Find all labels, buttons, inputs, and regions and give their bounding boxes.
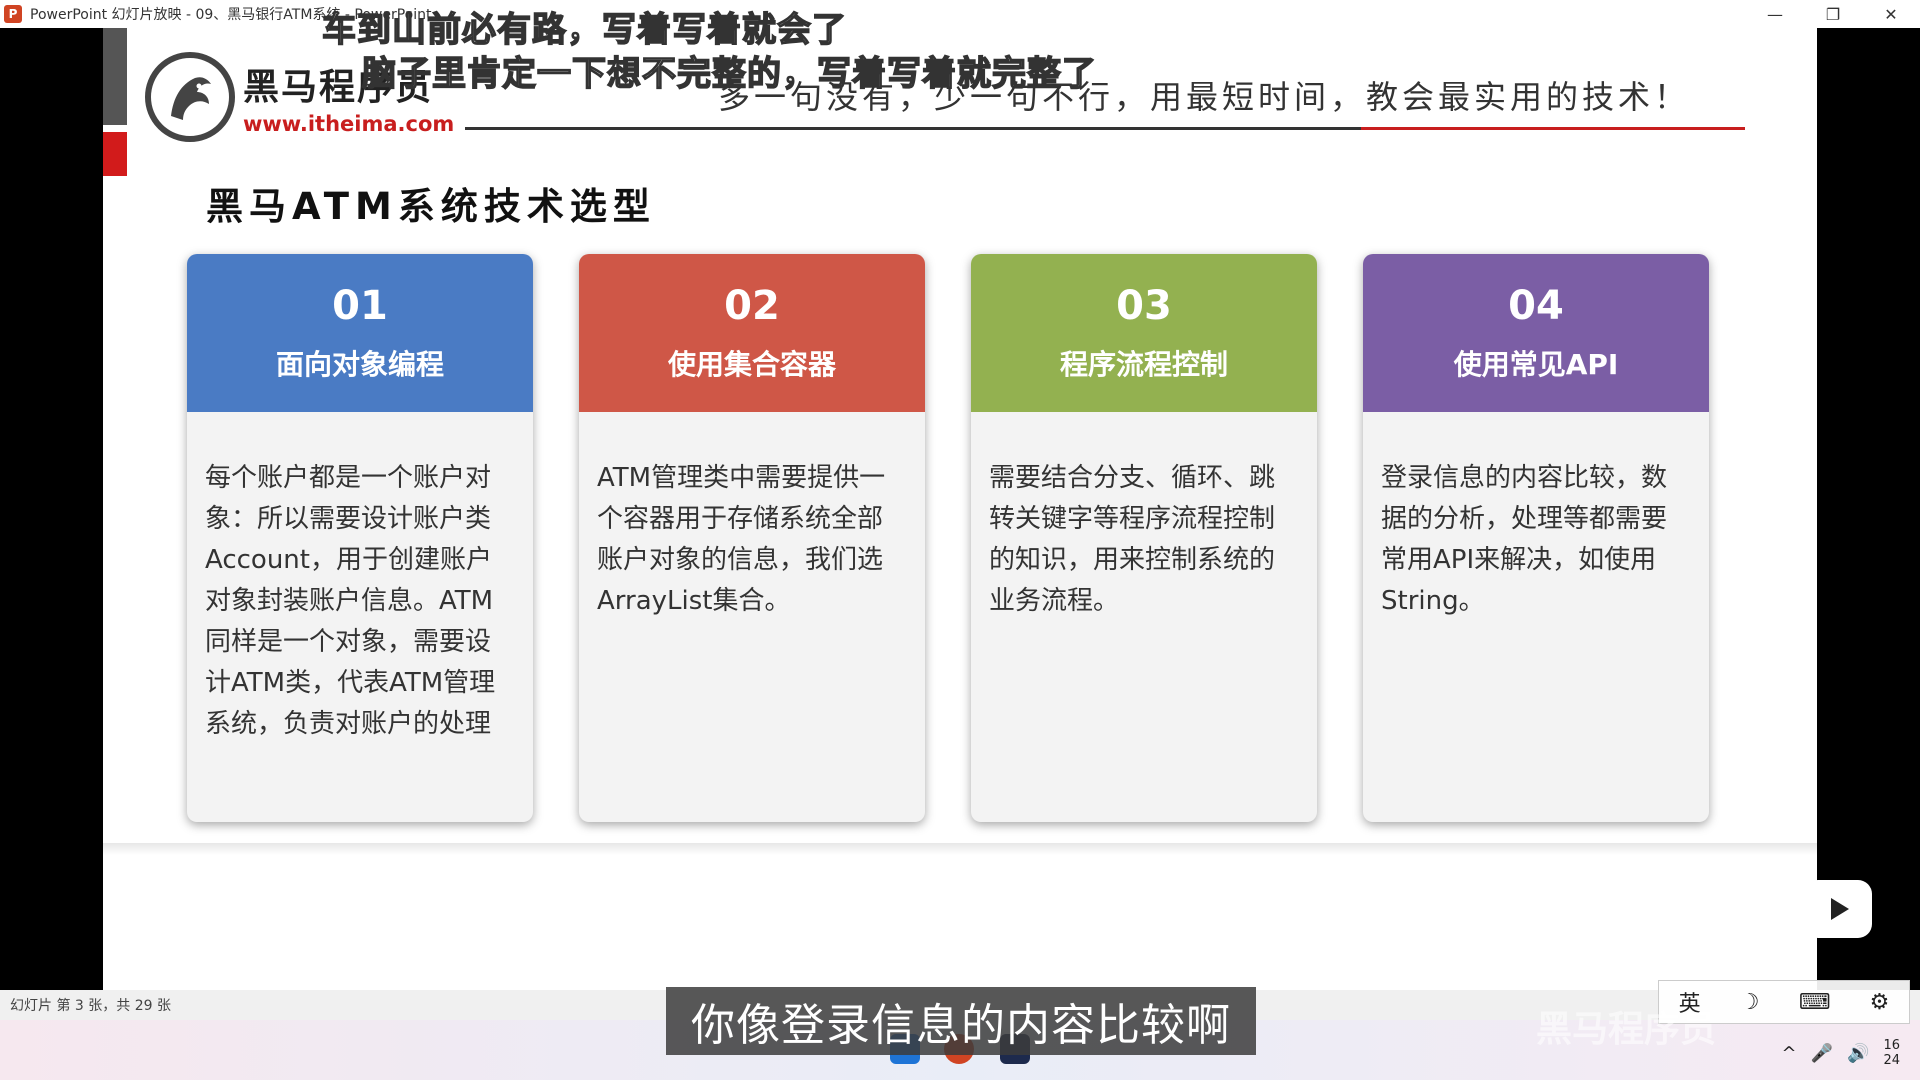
card-row: 01 面向对象编程 每个账户都是一个账户对象：所以需要设计账户类Account，… [187,254,1727,854]
system-tray: ^ 🎤 🔊 16 24 [1782,1038,1900,1068]
card-label: 面向对象编程 [275,348,444,381]
slide-counter: 幻灯片 第 3 张，共 29 张 [10,998,171,1014]
card-label: 使用集合容器 [667,348,836,381]
card-collection: 02 使用集合容器 ATM管理类中需要提供一个容器用于存储系统全部账户对象的信息… [579,254,925,822]
watermark: 黑马程序员 [1536,1009,1717,1050]
window-titlebar: P PowerPoint 幻灯片放映 - 09、黑马银行ATM系统 - Powe… [0,0,1920,28]
card-body: 每个账户都是一个账户对象：所以需要设计账户类Account，用于创建账户对象封装… [205,463,496,739]
decor-strip-red [103,132,127,176]
card-header: 01 面向对象编程 [187,254,533,412]
clock-line-2: 24 [1883,1053,1900,1068]
card-body: 登录信息的内容比较，数据的分析，处理等都需要常用API来解决，如使用String… [1381,463,1668,616]
slide-bottom-divider [103,843,1817,855]
header-divider [465,127,1745,130]
card-body: 需要结合分支、循环、跳转关键字等程序流程控制的知识，用来控制系统的业务流程。 [989,463,1276,616]
card-number: 02 [724,283,780,329]
logo-url: www.itheima.com [243,112,455,136]
restore-button[interactable]: ❐ [1804,0,1862,28]
powerpoint-app-icon: P [4,5,22,23]
card-flow-control: 03 程序流程控制 需要结合分支、循环、跳转关键字等程序流程控制的知识，用来控制… [971,254,1317,822]
card-number: 04 [1508,283,1564,329]
card-oop: 01 面向对象编程 每个账户都是一个账户对象：所以需要设计账户类Account，… [187,254,533,822]
screen: P PowerPoint 幻灯片放映 - 09、黑马银行ATM系统 - Powe… [0,0,1920,1080]
video-caption: 你像登录信息的内容比较啊 [666,987,1256,1055]
volume-icon[interactable]: 🔊 [1847,1043,1869,1064]
card-label: 使用常见API [1453,348,1619,381]
card-header: 02 使用集合容器 [579,254,925,412]
overlay-subtitle-2: 脑子里肯定一下想不完整的，写着写着就完整了 [361,53,1097,95]
card-api: 04 使用常见API 登录信息的内容比较，数据的分析，处理等都需要常用API来解… [1363,254,1709,822]
card-number: 03 [1116,283,1172,329]
slide-title: 黑马ATM系统技术选型 [206,185,656,228]
tray-expand-icon[interactable]: ^ [1782,1043,1797,1064]
settings-icon[interactable]: ⚙ [1870,990,1890,1015]
overlay-subtitle-1: 车到山前必有路，写着写着就会了 [321,9,847,51]
minimize-button[interactable]: — [1746,0,1804,28]
card-body: ATM管理类中需要提供一个容器用于存储系统全部账户对象的信息，我们选ArrayL… [597,463,886,616]
card-header: 03 程序流程控制 [971,254,1317,412]
window-controls: — ❐ ✕ [1746,0,1920,28]
microphone-icon[interactable]: 🎤 [1811,1043,1833,1064]
keyboard-icon[interactable]: ⌨ [1799,990,1831,1015]
play-button[interactable] [1804,880,1872,938]
card-label: 程序流程控制 [1059,348,1228,381]
moon-icon[interactable]: ☽ [1740,990,1760,1015]
clock[interactable]: 16 24 [1883,1038,1900,1068]
close-button[interactable]: ✕ [1862,0,1920,28]
horse-logo-icon [145,52,235,142]
clock-line-1: 16 [1883,1038,1900,1053]
decor-strip-gray [103,28,127,125]
card-number: 01 [332,283,388,329]
slide[interactable]: 黑马程序员 www.itheima.com 多一句没有，少一句不行，用最短时间，… [103,28,1817,990]
play-icon [1831,898,1849,920]
card-header: 04 使用常见API [1363,254,1709,412]
